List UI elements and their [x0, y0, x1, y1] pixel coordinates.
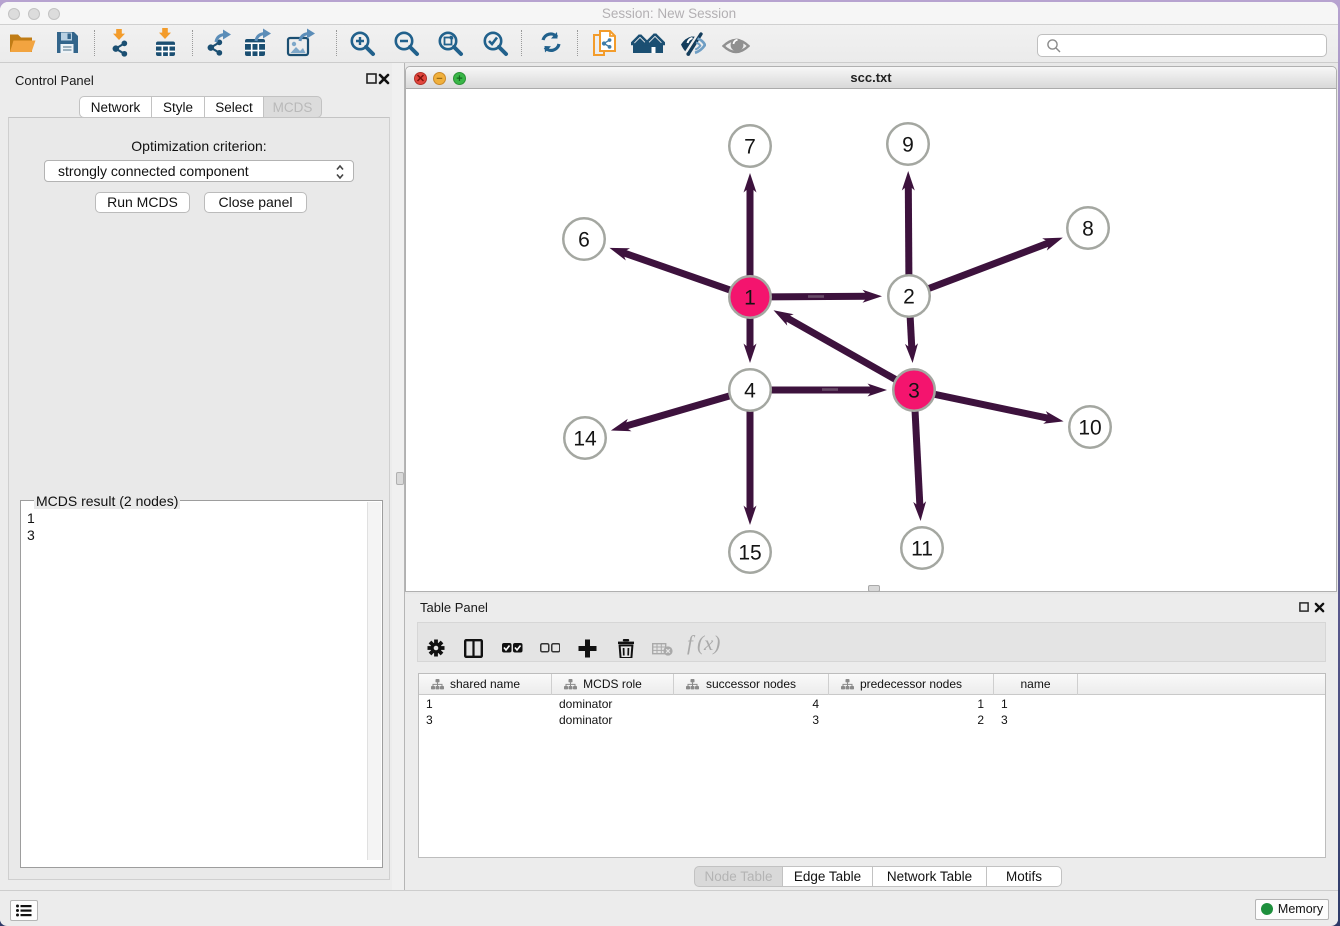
svg-text:14: 14	[573, 428, 597, 451]
svg-text:15: 15	[738, 542, 761, 565]
svg-text:6: 6	[578, 229, 590, 252]
svg-text:1: 1	[744, 287, 756, 310]
svg-text:7: 7	[744, 136, 756, 159]
svg-text:2: 2	[903, 286, 915, 309]
svg-text:8: 8	[1082, 218, 1094, 241]
svg-text:10: 10	[1078, 417, 1101, 440]
svg-text:9: 9	[902, 134, 914, 157]
svg-text:4: 4	[744, 380, 756, 403]
svg-text:11: 11	[911, 538, 933, 561]
svg-text:3: 3	[908, 380, 920, 403]
